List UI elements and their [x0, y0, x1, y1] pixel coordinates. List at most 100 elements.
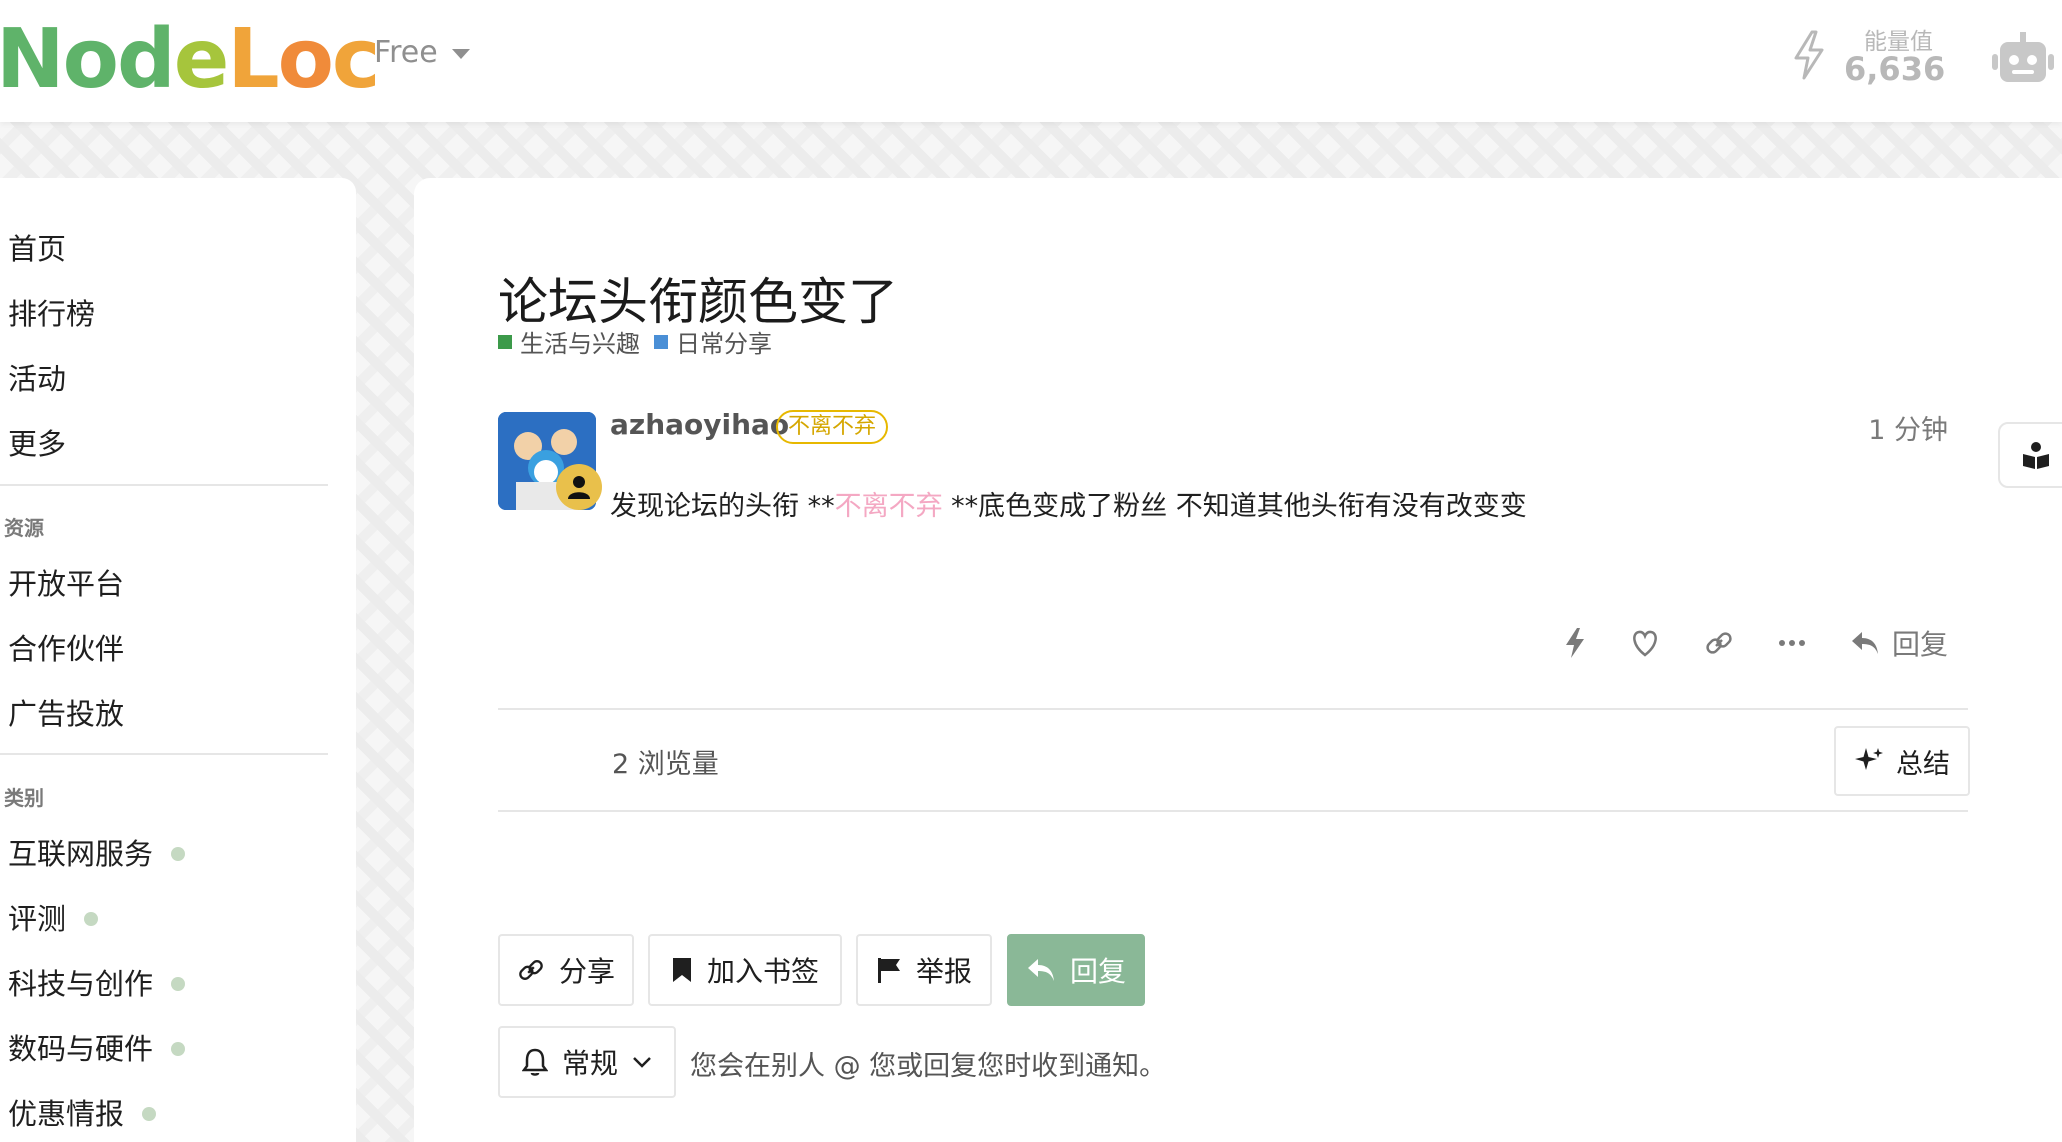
post-reply-button[interactable]: 回复	[1850, 623, 1948, 663]
boost-button[interactable]	[1564, 627, 1586, 659]
sidebar-divider	[0, 753, 328, 755]
post-content: 发现论坛的头衔 **不离不弃 **底色变成了粉丝 不知道其他头衔有没有改变变	[610, 484, 1527, 523]
sparkle-icon	[1855, 748, 1883, 770]
robot-icon[interactable]	[1990, 30, 2056, 86]
summarize-label: 总结	[1896, 748, 1950, 780]
user-icon	[568, 476, 590, 499]
sidebar-item-label: 优惠情报	[8, 1097, 125, 1131]
bookmark-icon	[672, 958, 691, 982]
sidebar-item-category[interactable]: 评测	[8, 894, 328, 944]
person-book-icon	[2023, 442, 2049, 469]
sidebar-item-label: 开放平台	[8, 567, 125, 601]
user-title-badge: 不离不弃	[776, 410, 889, 444]
heart-icon	[1633, 630, 1657, 657]
post-actions: 回复	[1564, 618, 1948, 668]
avatar[interactable]	[498, 412, 602, 510]
energy-value: 6,636	[1844, 50, 1946, 88]
like-button[interactable]	[1630, 629, 1660, 657]
site-logo[interactable]: NodeLoc	[0, 10, 381, 110]
post-username[interactable]: azhaoyihao	[610, 408, 789, 441]
sidebar-item-activity[interactable]: 活动	[8, 354, 328, 404]
sidebar-item-label: 合作伙伴	[8, 632, 125, 666]
logo-letter: e	[173, 12, 230, 107]
category-badge-icon	[654, 334, 668, 349]
sidebar-item-category[interactable]: 互联网服务	[8, 829, 328, 879]
sidebar: 首页 排行榜 活动 更多 资源 开放平台 合作伙伴 广告投放 类别 互联网服务 …	[0, 178, 356, 1142]
sidebar-section-categories: 类别	[4, 786, 44, 810]
post-highlight-text: 不离不弃	[834, 491, 943, 522]
sidebar-item-label: 科技与创作	[8, 967, 154, 1001]
link-icon	[519, 960, 543, 980]
reply-button-label: 回复	[1069, 955, 1126, 988]
breadcrumb-label: 日常分享	[676, 330, 772, 358]
reply-label: 回复	[1891, 628, 1948, 661]
site-header: NodeLoc Free 能量值 6,636	[0, 0, 2062, 122]
chevron-down-icon	[633, 1057, 651, 1068]
sidebar-item-label: 更多	[8, 427, 67, 461]
flag-label: 举报	[915, 955, 972, 988]
sidebar-item-more[interactable]: 更多	[8, 419, 328, 469]
notification-description: 您会在别人 @ 您或回复您时收到通知。	[690, 1051, 1167, 1082]
sidebar-item-category[interactable]: 优惠情报	[8, 1089, 328, 1139]
user-badge	[556, 464, 602, 510]
category-dot-icon	[84, 912, 99, 926]
bookmark-label: 加入书签	[706, 955, 819, 988]
breadcrumb-subcategory[interactable]: 日常分享	[654, 324, 772, 359]
sidebar-item-open-platform[interactable]: 开放平台	[8, 559, 328, 609]
chevron-down-icon	[451, 49, 470, 59]
plan-dropdown[interactable]: Free	[374, 32, 470, 72]
ellipsis-icon	[1778, 640, 1805, 646]
sidebar-item-label: 排行榜	[8, 297, 96, 331]
sidebar-item-leaderboard[interactable]: 排行榜	[8, 289, 328, 339]
link-icon	[1706, 632, 1732, 654]
sidebar-item-label: 首页	[8, 232, 67, 266]
notification-level-dropdown[interactable]: 常规	[498, 1026, 676, 1098]
post-text: **底色变成了粉丝 不知道其他头衔有没有改变变	[942, 491, 1527, 522]
summarize-button[interactable]: 总结	[1834, 726, 1970, 796]
sidebar-divider	[0, 484, 328, 486]
share-button[interactable]: 分享	[498, 934, 634, 1006]
sidebar-item-category[interactable]: 科技与创作	[8, 959, 328, 1009]
breadcrumb: 生活与兴趣 日常分享	[498, 324, 772, 359]
divider	[498, 708, 1968, 710]
sidebar-item-home[interactable]: 首页	[8, 224, 328, 274]
lightning-icon	[1794, 30, 1824, 80]
sidebar-item-label: 活动	[8, 362, 67, 396]
sidebar-item-label: 广告投放	[8, 697, 125, 731]
sidebar-item-category[interactable]: 数码与硬件	[8, 1024, 328, 1074]
copy-link-button[interactable]	[1704, 628, 1734, 658]
bookmark-button[interactable]: 加入书签	[648, 934, 842, 1006]
category-dot-icon	[171, 977, 186, 991]
category-dot-icon	[142, 1107, 157, 1121]
sidebar-item-advertising[interactable]: 广告投放	[8, 689, 328, 739]
category-badge-icon	[498, 334, 512, 349]
logo-letter: N	[0, 12, 65, 107]
reply-icon	[1027, 959, 1054, 981]
notification-level-label: 常规	[561, 1047, 618, 1080]
logo-letter: d	[116, 12, 176, 107]
topic-container: 论坛头衔颜色变了 生活与兴趣 日常分享 azhaoyihao 不离不弃 1 分钟…	[414, 178, 2062, 1142]
category-dot-icon	[171, 847, 186, 861]
reply-button[interactable]: 回复	[1007, 934, 1145, 1006]
lightning-icon	[1565, 628, 1584, 658]
more-options-button[interactable]	[1778, 639, 1806, 647]
view-count: 2 浏览量	[612, 749, 719, 780]
reply-icon	[1851, 632, 1878, 654]
logo-letter: o	[62, 12, 119, 107]
energy-widget[interactable]: 能量值 6,636	[1790, 22, 1945, 92]
category-dot-icon	[171, 1042, 186, 1056]
divider	[498, 810, 1968, 812]
breadcrumb-category[interactable]: 生活与兴趣	[498, 324, 640, 359]
logo-letter: c	[331, 12, 381, 107]
topic-map-toggle[interactable]	[1998, 422, 2062, 488]
sidebar-item-partners[interactable]: 合作伙伴	[8, 624, 328, 674]
post-text: 发现论坛的头衔 **	[610, 491, 835, 522]
flag-icon	[877, 958, 900, 983]
sidebar-item-label: 数码与硬件	[8, 1032, 154, 1066]
logo-letter: L	[227, 12, 279, 107]
flag-button[interactable]: 举报	[856, 934, 992, 1006]
share-label: 分享	[558, 955, 615, 988]
sidebar-item-label: 评测	[8, 902, 67, 936]
post-timestamp[interactable]: 1 分钟	[1868, 408, 1948, 447]
logo-letter: o	[277, 12, 334, 107]
